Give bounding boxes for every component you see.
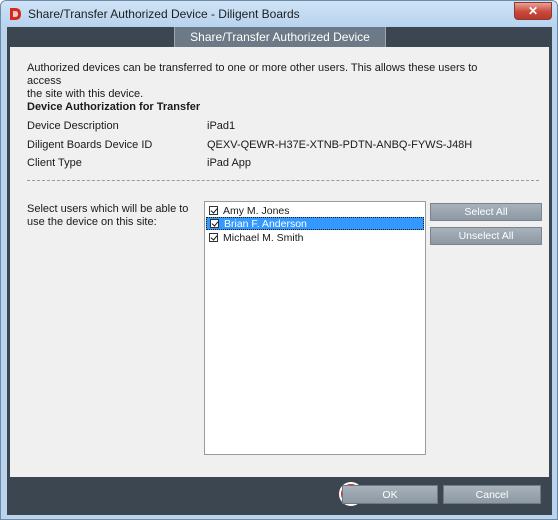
intro-text: Authorized devices can be transferred to…	[27, 62, 507, 101]
intro-line-1: Authorized devices can be transferred to…	[27, 62, 478, 87]
close-icon: ✕	[527, 4, 539, 18]
user-name: Michael M. Smith	[223, 231, 304, 244]
client-type-label: Client Type	[27, 157, 82, 169]
device-id-label: Diligent Boards Device ID	[27, 139, 153, 151]
list-item[interactable]: Brian F. Anderson	[206, 217, 424, 230]
select-users-prompt-line-2: use the device on this site:	[27, 216, 157, 228]
list-item[interactable]: Amy M. Jones	[206, 204, 424, 217]
intro-line-2: the site with this device.	[27, 88, 144, 100]
user-checkbox[interactable]	[210, 219, 219, 228]
user-name: Amy M. Jones	[223, 204, 290, 217]
user-name: Brian F. Anderson	[224, 217, 307, 230]
device-description-value: iPad1	[207, 120, 236, 132]
select-all-button[interactable]: Select All	[430, 203, 542, 221]
dialog-content: Authorized devices can be transferred to…	[10, 47, 549, 477]
dialog-heading: Share/Transfer Authorized Device	[174, 27, 386, 47]
section-divider	[27, 180, 539, 181]
device-description-label: Device Description	[27, 120, 119, 132]
dialog-window: Share/Transfer Authorized Device - Dilig…	[0, 0, 558, 520]
user-list[interactable]: Amy M. Jones Brian F. Anderson Michael M…	[204, 201, 426, 455]
list-item[interactable]: Michael M. Smith	[206, 231, 424, 244]
unselect-all-button[interactable]: Unselect All	[430, 227, 542, 245]
device-section-title: Device Authorization for Transfer	[27, 101, 201, 113]
window-title: Share/Transfer Authorized Device - Dilig…	[28, 7, 300, 21]
select-users-prompt: Select users which will be able to use t…	[27, 203, 197, 229]
client-type-value: iPad App	[207, 157, 252, 169]
diligent-logo-icon	[10, 8, 21, 20]
title-bar[interactable]: Share/Transfer Authorized Device - Dilig…	[1, 1, 557, 27]
user-checkbox[interactable]	[209, 206, 218, 215]
select-users-prompt-line-1: Select users which will be able to	[27, 203, 189, 215]
device-id-value: QEXV-QEWR-H37E-XTNB-PDTN-ANBQ-FYWS-J48H	[207, 139, 473, 151]
close-button[interactable]: ✕	[514, 2, 552, 20]
ok-button[interactable]: OK	[342, 485, 438, 504]
user-checkbox[interactable]	[209, 233, 218, 242]
cancel-button[interactable]: Cancel	[443, 485, 541, 504]
